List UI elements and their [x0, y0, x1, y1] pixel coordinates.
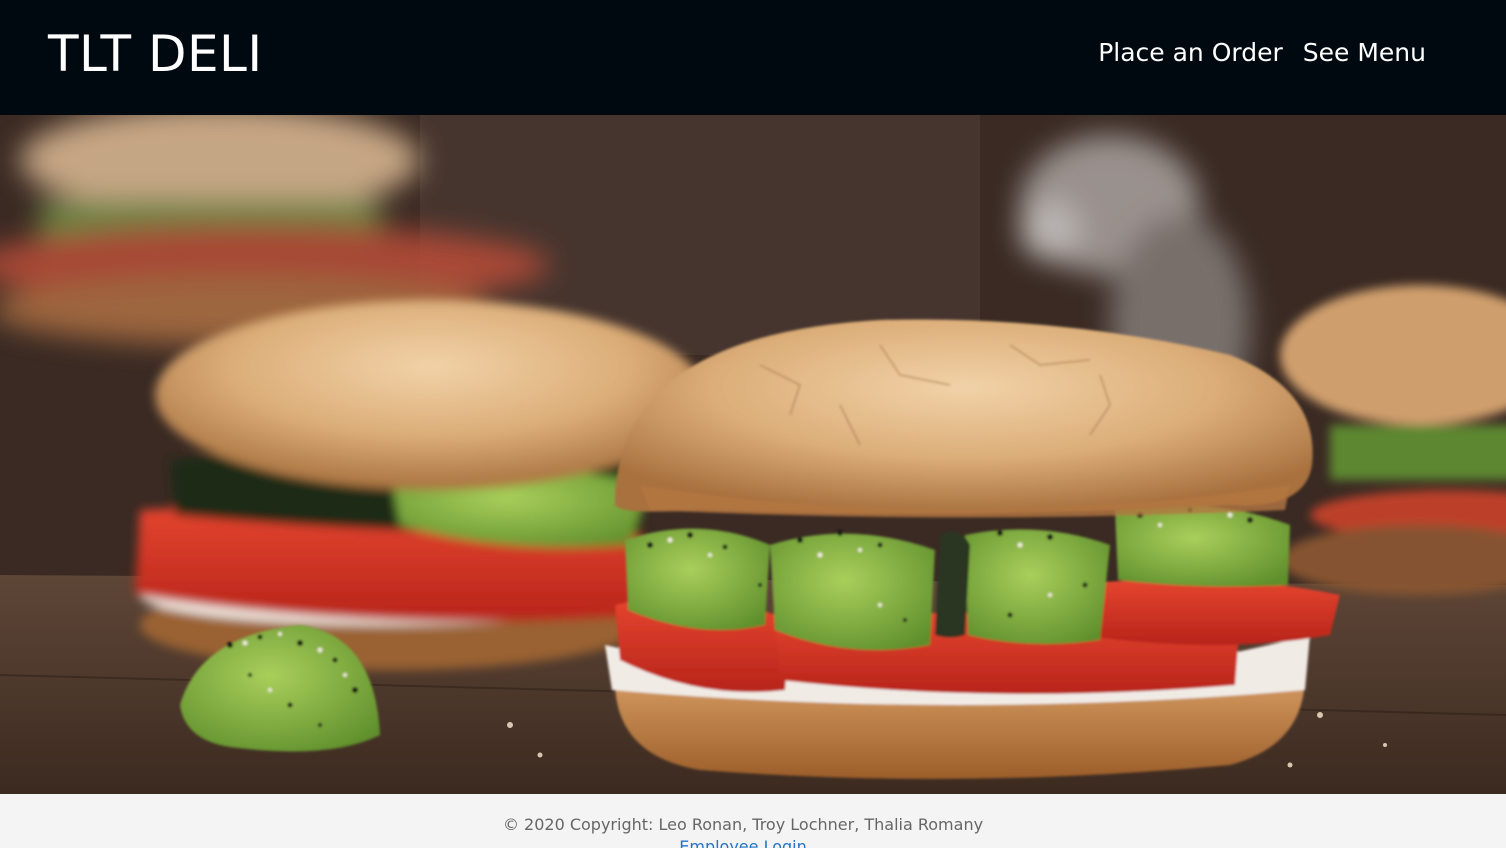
nav-place-order-link[interactable]: Place an Order: [1098, 36, 1283, 70]
footer: © 2020 Copyright: Leo Ronan, Troy Lochne…: [0, 794, 1506, 848]
navbar: TLT DELI Place an Order See Menu: [0, 0, 1506, 115]
copyright-text: © 2020 Copyright: Leo Ronan, Troy Lochne…: [502, 815, 984, 834]
nav-links: Place an Order See Menu: [1098, 36, 1426, 70]
nav-see-menu-link[interactable]: See Menu: [1303, 36, 1426, 70]
bagel-sandwich-photo: [0, 115, 1506, 794]
brand-logo-link[interactable]: TLT DELI: [48, 24, 263, 84]
employee-login-link[interactable]: Employee Login: [0, 836, 1486, 848]
hero-image: [0, 115, 1506, 794]
